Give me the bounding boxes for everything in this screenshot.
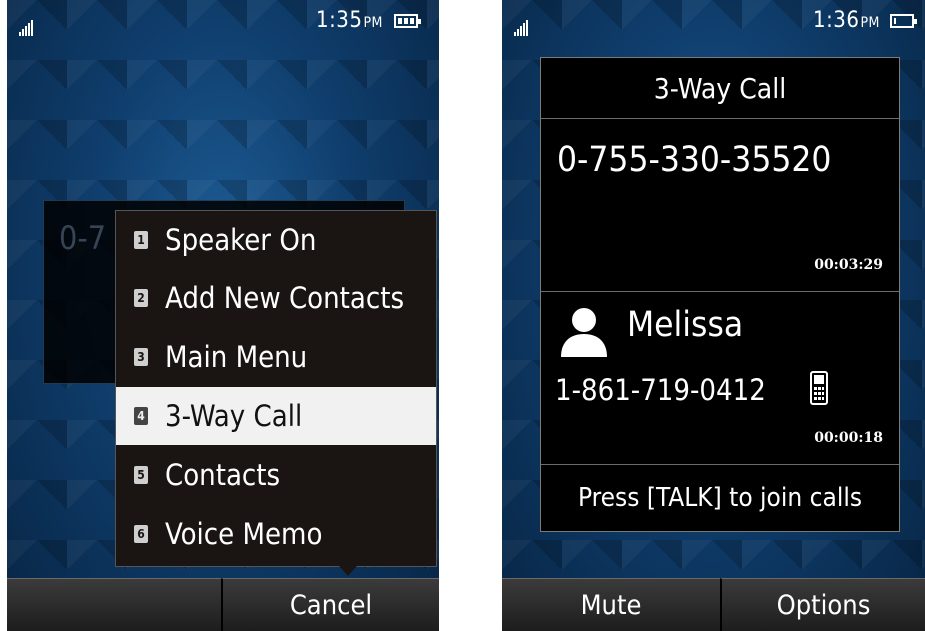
softkey-bar: Mute Options — [502, 578, 925, 631]
menu-item-main-menu[interactable]: 3 Main Menu — [116, 328, 436, 386]
phone-screen-right: 1:36PM 3-Way Call 0-755-330-35520 00:03:… — [502, 0, 925, 631]
number-3-icon: 3 — [134, 348, 148, 366]
menu-item-speaker-on[interactable]: 1 Speaker On — [116, 211, 436, 269]
number-2-icon: 2 — [134, 289, 148, 307]
options-softkey[interactable]: Options — [720, 578, 925, 631]
left-softkey[interactable] — [7, 578, 221, 631]
signal-icon — [514, 20, 528, 36]
menu-item-label: Add New Contacts — [165, 281, 405, 315]
status-bar: 1:35PM — [7, 0, 439, 40]
mobile-phone-icon — [810, 371, 828, 405]
number-6-icon: 6 — [134, 525, 148, 543]
battery-icon — [394, 14, 421, 28]
menu-item-label: Voice Memo — [165, 517, 323, 551]
status-clock: 1:35PM — [316, 8, 383, 33]
menu-item-label: 3-Way Call — [165, 399, 303, 433]
phone-screen-left: 1:35PM 0-7 1 Speaker On 2 Add New Contac… — [7, 0, 439, 631]
contact-avatar-icon — [561, 308, 607, 357]
cancel-softkey[interactable]: Cancel — [221, 578, 439, 631]
number-5-icon: 5 — [134, 466, 148, 484]
options-menu: 1 Speaker On 2 Add New Contacts 3 Main M… — [115, 210, 437, 567]
dimmed-number: 0-7 — [59, 219, 107, 257]
menu-item-3-way-call[interactable]: 4 3-Way Call — [116, 387, 436, 445]
signal-icon — [19, 20, 33, 36]
battery-icon — [890, 14, 917, 28]
menu-item-add-new-contacts[interactable]: 2 Add New Contacts — [116, 269, 436, 327]
number-1-icon: 1 — [134, 231, 148, 249]
menu-item-voice-memo[interactable]: 6 Voice Memo — [116, 505, 436, 563]
status-clock: 1:36PM — [813, 8, 880, 33]
menu-pointer — [339, 566, 357, 576]
menu-item-label: Contacts — [165, 458, 281, 492]
second-call-contact-name: Melissa — [627, 305, 744, 345]
join-calls-hint: Press [TALK] to join calls — [577, 482, 863, 513]
number-4-icon: 4 — [134, 407, 148, 425]
call-panel-title: 3-Way Call — [541, 58, 899, 119]
first-call-number: 0-755-330-35520 — [557, 140, 832, 180]
second-call-row: Melissa 1-861-719-0412 00:00:18 — [541, 291, 899, 465]
mute-softkey[interactable]: Mute — [502, 578, 720, 631]
first-call-timer: 00:03:29 — [814, 257, 883, 273]
status-bar: 1:36PM — [502, 0, 925, 40]
second-call-timer: 00:00:18 — [814, 430, 883, 446]
three-way-call-panel: 3-Way Call 0-755-330-35520 00:03:29 Meli… — [540, 57, 900, 532]
menu-item-contacts[interactable]: 5 Contacts — [116, 446, 436, 504]
softkey-bar: Cancel — [7, 578, 439, 631]
second-call-number: 1-861-719-0412 — [555, 373, 766, 407]
menu-item-label: Speaker On — [165, 223, 317, 257]
first-call-row: 0-755-330-35520 00:03:29 — [541, 118, 899, 292]
menu-item-label: Main Menu — [165, 340, 308, 374]
